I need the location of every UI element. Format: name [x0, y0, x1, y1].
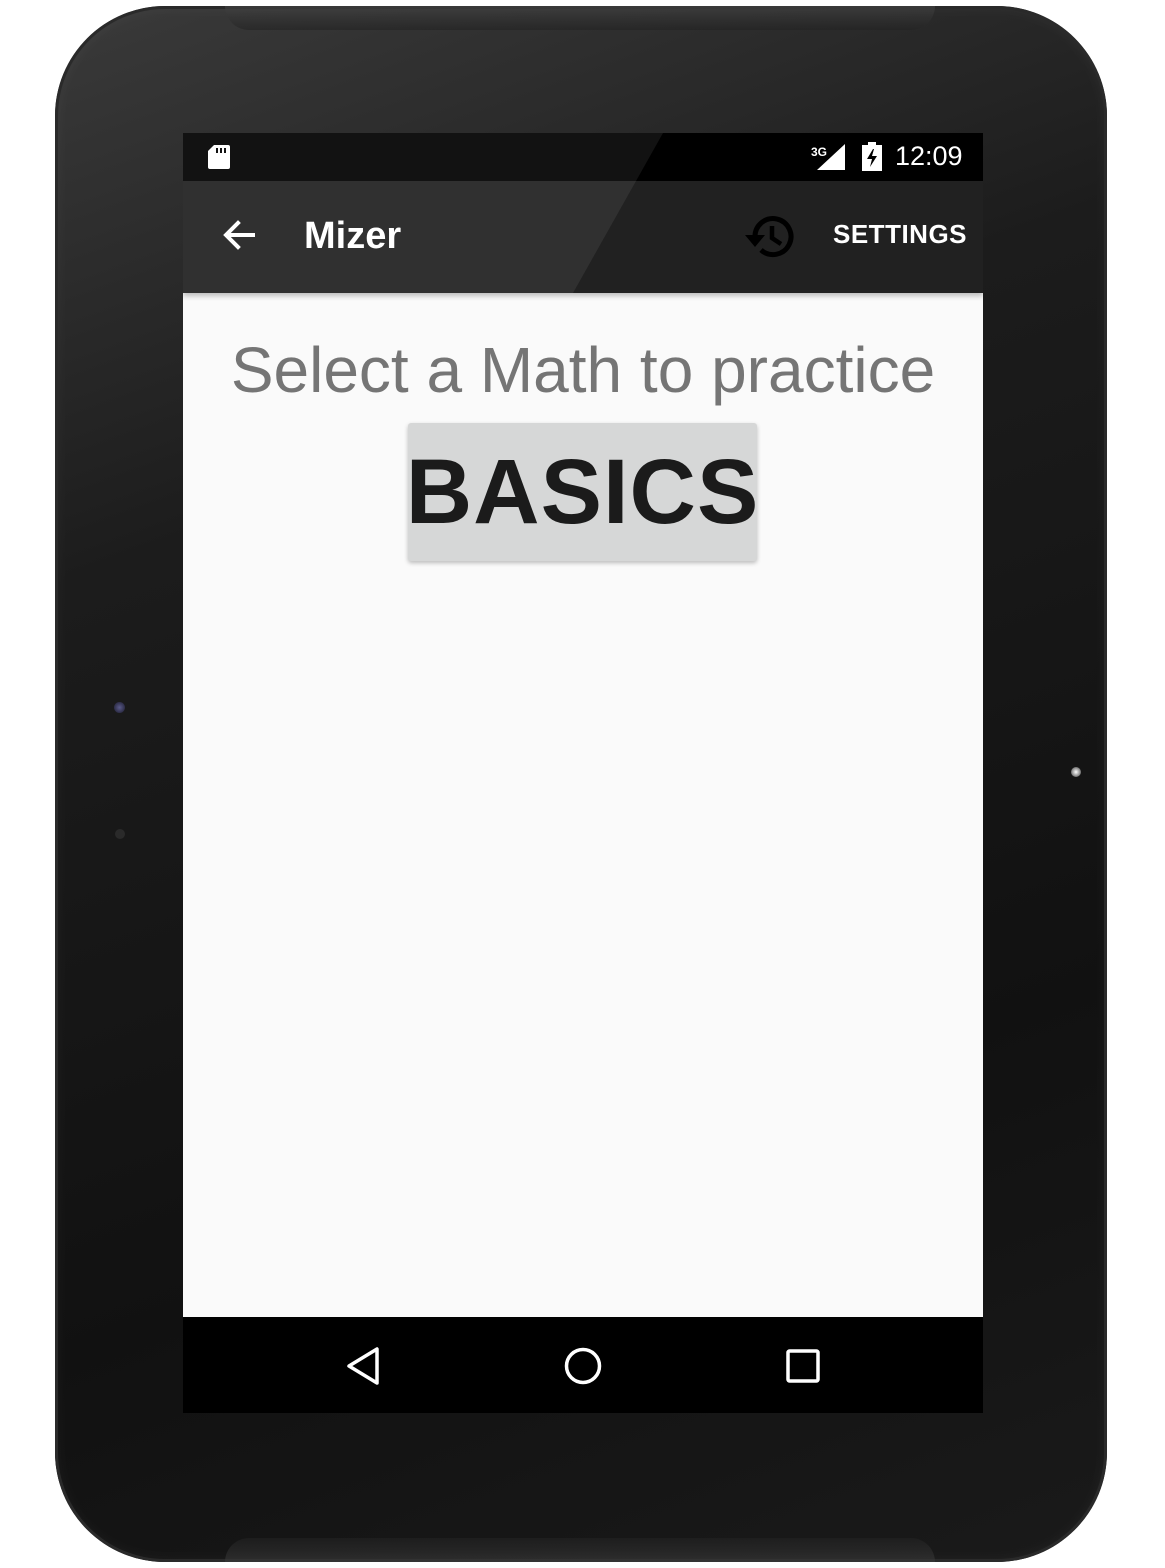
screen: 3G 12:09 Mizer SETTINGS Select a Math to… [183, 133, 983, 1413]
settings-button[interactable]: SETTINGS [833, 219, 967, 250]
basics-button[interactable]: BASICS [406, 423, 758, 561]
device-rim-top [225, 6, 935, 30]
app-toolbar: Mizer SETTINGS [183, 181, 983, 293]
nav-home-button[interactable] [558, 1341, 608, 1391]
network-type-label: 3G [811, 145, 827, 159]
cell-signal-icon: 3G [811, 144, 845, 170]
nav-back-button[interactable] [338, 1341, 388, 1391]
history-icon [745, 216, 794, 258]
history-button[interactable] [739, 205, 803, 269]
home-circle-icon [564, 1347, 602, 1385]
status-bar: 3G 12:09 [183, 133, 983, 181]
light-sensor [114, 702, 125, 713]
app-title: Mizer [304, 215, 402, 257]
back-button[interactable] [209, 205, 269, 265]
back-triangle-icon [347, 1347, 379, 1385]
status-clock: 12:09 [895, 141, 963, 171]
proximity-sensor [115, 829, 125, 839]
sd-card-icon [208, 145, 230, 169]
device-rim-bottom [225, 1538, 935, 1562]
front-camera [1071, 767, 1081, 777]
nav-recents-button[interactable] [778, 1341, 828, 1391]
recents-square-icon [786, 1349, 820, 1383]
battery-charging-icon [862, 142, 882, 171]
arrow-back-icon [223, 220, 255, 250]
practice-prompt: Select a Math to practice [230, 334, 936, 406]
navigation-bar [183, 1317, 983, 1413]
